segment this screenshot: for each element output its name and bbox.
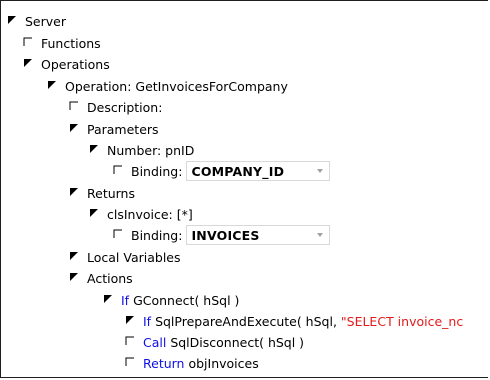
tree-node-action-if-gconnect[interactable]: If GConnect( hSql ) [103,290,239,310]
collapsed-corner-icon[interactable] [113,165,125,177]
return-binding-dropdown[interactable]: INVOICES [186,225,331,245]
tree-node-functions[interactable]: Functions [23,33,101,53]
keyword-if: If [143,313,152,329]
return-binding-value: INVOICES [191,227,260,243]
expanded-triangle-icon[interactable] [125,315,137,327]
tree-view: Server Functions Operations Operation: G… [0,0,488,378]
statement-text: SqlPrepareAndExecute( hSql, [151,313,341,329]
expanded-triangle-icon[interactable] [69,272,81,284]
expanded-triangle-icon[interactable] [69,187,81,199]
action-statement: If SqlPrepareAndExecute( hSql, "SELECT i… [143,314,463,329]
tree-node-description[interactable]: Description: [69,97,162,117]
tree-node-action-if-sqlprepare[interactable]: If SqlPrepareAndExecute( hSql, "SELECT i… [125,311,463,331]
param-binding-dropdown[interactable]: COMPANY_ID [186,161,331,181]
expanded-triangle-icon[interactable] [103,294,115,306]
collapsed-corner-icon[interactable] [125,357,137,369]
collapsed-corner-icon[interactable] [113,229,125,241]
node-label-operation: Operation: GetInvoicesForCompany [65,78,288,94]
action-statement: If GConnect( hSql ) [121,293,239,308]
expanded-triangle-icon[interactable] [7,15,19,27]
statement-text: GConnect( hSql ) [129,292,240,308]
node-label-returns: Returns [87,185,135,201]
expanded-triangle-icon[interactable] [89,144,101,156]
node-label-functions: Functions [41,35,101,51]
node-label-local-variables: Local Variables [87,249,181,265]
tree-node-actions[interactable]: Actions [69,268,133,288]
node-label-actions: Actions [87,270,133,286]
expanded-triangle-icon[interactable] [69,123,81,135]
collapsed-corner-icon[interactable] [69,101,81,113]
tree-node-operations[interactable]: Operations [23,54,110,74]
chevron-down-icon[interactable] [317,233,324,237]
node-label-server: Server [25,13,66,29]
tree-node-return-clsinvoice[interactable]: clsInvoice: [*] [89,204,193,224]
tree-node-server[interactable]: Server [7,11,66,31]
tree-node-param-binding[interactable]: Binding: COMPANY_ID [113,161,331,181]
chevron-down-icon[interactable] [317,169,324,173]
collapsed-corner-icon[interactable] [23,37,35,49]
tree-node-action-call[interactable]: Call SqlDisconnect( hSql ) [125,332,304,352]
collapsed-corner-icon[interactable] [125,336,137,348]
node-label-description: Description: [87,99,163,115]
statement-text: SqlDisconnect( hSql ) [166,334,305,350]
param-binding-value: COMPANY_ID [191,163,285,179]
keyword-return: Return [143,355,185,371]
expanded-triangle-icon[interactable] [47,80,59,92]
keyword-if: If [121,292,130,308]
tree-node-operation[interactable]: Operation: GetInvoicesForCompany [47,76,288,96]
node-label-operations: Operations [41,56,110,72]
tree-node-return-binding[interactable]: Binding: INVOICES [113,225,331,245]
binding-label: Binding: [131,227,183,243]
binding-label: Binding: [131,163,183,179]
tree-node-local-variables[interactable]: Local Variables [69,247,181,267]
sql-string-literal: "SELECT invoice_nc [340,313,464,329]
expanded-triangle-icon[interactable] [23,58,35,70]
action-statement: Call SqlDisconnect( hSql ) [143,335,304,350]
statement-text: objInvoices [184,355,259,371]
expanded-triangle-icon[interactable] [69,251,81,263]
tree-node-action-return[interactable]: Return objInvoices [125,353,259,373]
tree-node-parameter-pnid[interactable]: Number: pnID [89,140,194,160]
node-label-parameters: Parameters [87,121,159,137]
node-label-number-pnid: Number: pnID [107,142,195,158]
expanded-triangle-icon[interactable] [89,208,101,220]
node-label-clsinvoice: clsInvoice: [*] [107,206,193,222]
tree-node-returns[interactable]: Returns [69,183,135,203]
keyword-call: Call [143,334,167,350]
action-statement: Return objInvoices [143,356,259,371]
tree-node-parameters[interactable]: Parameters [69,119,159,139]
